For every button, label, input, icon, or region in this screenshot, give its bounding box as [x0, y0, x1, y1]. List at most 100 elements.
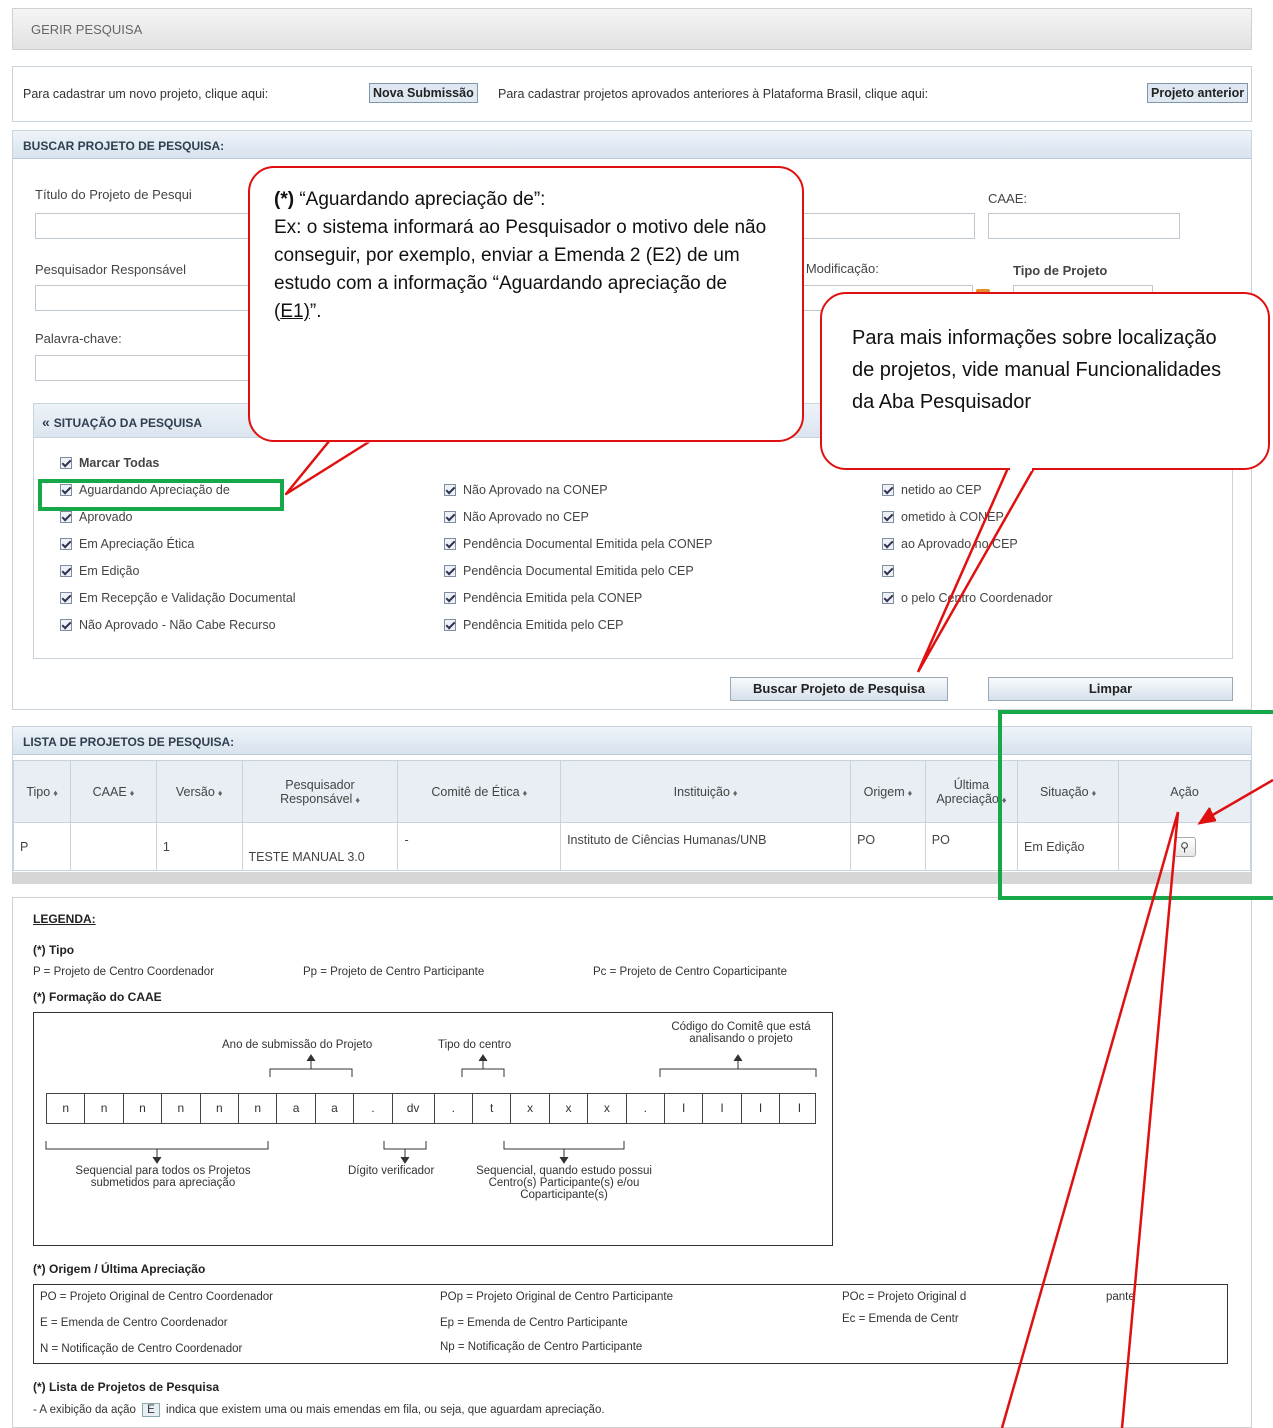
caae-cell: n [239, 1094, 278, 1123]
table-cell [70, 822, 157, 871]
sort-icon[interactable]: ♦ [130, 788, 135, 798]
origem-pop: POp = Projeto Original de Centro Partici… [440, 1291, 673, 1303]
caae-cell: n [201, 1094, 239, 1123]
status-checkbox[interactable]: Pendência Documental Emitida pelo CEP [444, 564, 694, 578]
checkbox-label: netido ao CEP [901, 483, 982, 497]
origem-e: E = Emenda de Centro Coordenador [40, 1317, 228, 1329]
checkbox-checked-icon[interactable] [882, 511, 894, 523]
checkbox-label: Pendência Documental Emitida pela CONEP [463, 537, 713, 551]
status-checkbox[interactable]: Não Aprovado - Não Cabe Recurso [60, 618, 276, 632]
status-checkbox[interactable]: Marcar Todas [60, 456, 159, 470]
checkbox-checked-icon[interactable] [60, 538, 72, 550]
column-header[interactable]: Origem ♦ [850, 760, 926, 823]
status-checkbox[interactable]: netido ao CEP [882, 483, 982, 497]
nova-submissao-button[interactable]: Nova Submissão [369, 83, 478, 103]
checkbox-checked-icon[interactable] [60, 457, 72, 469]
checkbox-label: Pendência Documental Emitida pelo CEP [463, 564, 694, 578]
caae-cell: a [316, 1094, 355, 1123]
checkbox-label: ometido à CONEP [901, 510, 1004, 524]
status-checkbox[interactable]: Não Aprovado no CEP [444, 510, 589, 524]
caae-dv-label: Dígito verificador [348, 1165, 435, 1177]
caae-cell: x [588, 1094, 627, 1123]
caae-cell: I [797, 1101, 802, 1115]
legend-tipo-pp: Pp = Projeto de Centro Participante [303, 966, 485, 978]
caae-cell: x [511, 1094, 550, 1123]
sort-icon[interactable]: ♦ [733, 788, 738, 798]
checkbox-checked-icon[interactable] [444, 484, 456, 496]
origem-poc-end: pante [1106, 1291, 1135, 1303]
caae-cell: n [162, 1094, 201, 1123]
caae-cell: . [627, 1094, 665, 1123]
status-checkbox[interactable]: Pendência Documental Emitida pela CONEP [444, 537, 712, 551]
column-header[interactable]: Tipo ♦ [12, 760, 72, 823]
column-header[interactable]: Versão ♦ [155, 760, 243, 823]
tipo-projeto-label: Tipo de Projeto [1013, 263, 1108, 278]
sort-icon[interactable]: ♦ [53, 788, 58, 798]
legend-caae-title: (*) Formação do CAAE [33, 990, 162, 1004]
checkbox-checked-icon[interactable] [882, 484, 894, 496]
checkbox-checked-icon[interactable] [444, 592, 456, 604]
sort-icon[interactable]: ♦ [355, 795, 360, 805]
checkbox-checked-icon[interactable] [444, 619, 456, 631]
top-bar: Para cadastrar um novo projeto, clique a… [12, 66, 1252, 122]
status-checkbox[interactable]: Não Aprovado na CONEP [444, 483, 608, 497]
checkbox-checked-icon[interactable] [444, 565, 456, 577]
status-checkbox[interactable] [882, 564, 901, 578]
checkbox-checked-icon[interactable] [60, 592, 72, 604]
status-checkbox[interactable]: ometido à CONEP [882, 510, 1004, 524]
column-header[interactable]: Comitê de Ética ♦ [397, 760, 562, 823]
status-checkbox[interactable]: Pendência Emitida pela CONEP [444, 591, 642, 605]
checkbox-checked-icon[interactable] [882, 565, 894, 577]
checkbox-checked-icon[interactable] [60, 619, 72, 631]
caae-code-cells: n n n n n n a a. dv. t x x x. I I I I [46, 1093, 816, 1124]
caae-cell: n [85, 1094, 124, 1123]
limpar-button[interactable]: Limpar [988, 677, 1233, 701]
status-checkbox[interactable]: Em Recepção e Validação Documental [60, 591, 296, 605]
column-header[interactable]: CAAE ♦ [70, 760, 157, 823]
projeto-anterior-button[interactable]: Projeto anterior [1147, 83, 1249, 103]
caae-label: CAAE: [988, 191, 1028, 206]
legend-panel: LEGENDA: (*) Tipo P = Projeto de Centro … [12, 897, 1252, 1428]
status-checkbox[interactable]: Em Edição [60, 564, 139, 578]
table-cell: 1 [155, 822, 243, 871]
caae-input[interactable] [988, 213, 1180, 239]
sort-icon[interactable]: ♦ [523, 788, 528, 798]
checkbox-checked-icon[interactable] [60, 565, 72, 577]
column-header-label: Versão [175, 784, 215, 799]
sort-icon[interactable]: ♦ [908, 788, 913, 798]
status-checkbox[interactable]: o pelo Centro Coordenador [882, 591, 1053, 605]
modificacao-label: a Modificação: [795, 261, 879, 276]
buscar-projeto-button[interactable]: Buscar Projeto de Pesquisa [730, 677, 948, 701]
search-header: BUSCAR PROJETO DE PESQUISA: [13, 131, 1251, 159]
checkbox-label: Em Recepção e Validação Documental [79, 591, 296, 605]
table-cell: TESTE MANUAL 3.0 [241, 822, 399, 871]
titulo-label: Título do Projeto de Pesqui [35, 187, 192, 202]
table-cell: - [397, 822, 562, 871]
column-header-label: Comitê de Ética [431, 784, 520, 799]
column-header-label: Pesquisador Responsável [280, 777, 355, 806]
column-header-label: Origem [863, 784, 905, 799]
checkbox-checked-icon[interactable] [444, 538, 456, 550]
checkbox-checked-icon[interactable] [882, 592, 894, 604]
callout-aguardando: (*) “Aguardando apreciação de”: Ex: o si… [248, 166, 804, 442]
checkbox-label: Marcar Todas [79, 456, 160, 470]
caae-cell: n [47, 1094, 86, 1123]
highlight-aguardando [38, 479, 284, 511]
legend-title: LEGENDA: [33, 912, 96, 926]
status-checkbox[interactable]: Pendência Emitida pelo CEP [444, 618, 624, 632]
checkbox-checked-icon[interactable] [882, 538, 894, 550]
legend-tipo-pc: Pc = Projeto de Centro Coparticipante [593, 966, 788, 978]
column-header[interactable]: Pesquisador Responsável ♦ [241, 760, 399, 823]
origem-ec: Ec = Emenda de Centr [842, 1313, 959, 1325]
caae-cell: . [354, 1094, 393, 1123]
checkbox-label: Pendência Emitida pelo CEP [463, 618, 624, 632]
status-checkbox[interactable]: ao Aprovado no CEP [882, 537, 1018, 551]
column-header[interactable]: Instituição ♦ [560, 760, 852, 823]
checkbox-checked-icon[interactable] [60, 511, 72, 523]
status-checkbox[interactable]: Aprovado [60, 510, 133, 524]
status-checkbox[interactable]: Em Apreciação Ética [60, 537, 194, 551]
checkbox-checked-icon[interactable] [444, 511, 456, 523]
origem-np: Np = Notificação de Centro Participante [440, 1341, 643, 1353]
sort-icon[interactable]: ♦ [218, 788, 223, 798]
situacao-header[interactable]: «SITUAÇÃO DA PESQUISA [42, 414, 202, 430]
